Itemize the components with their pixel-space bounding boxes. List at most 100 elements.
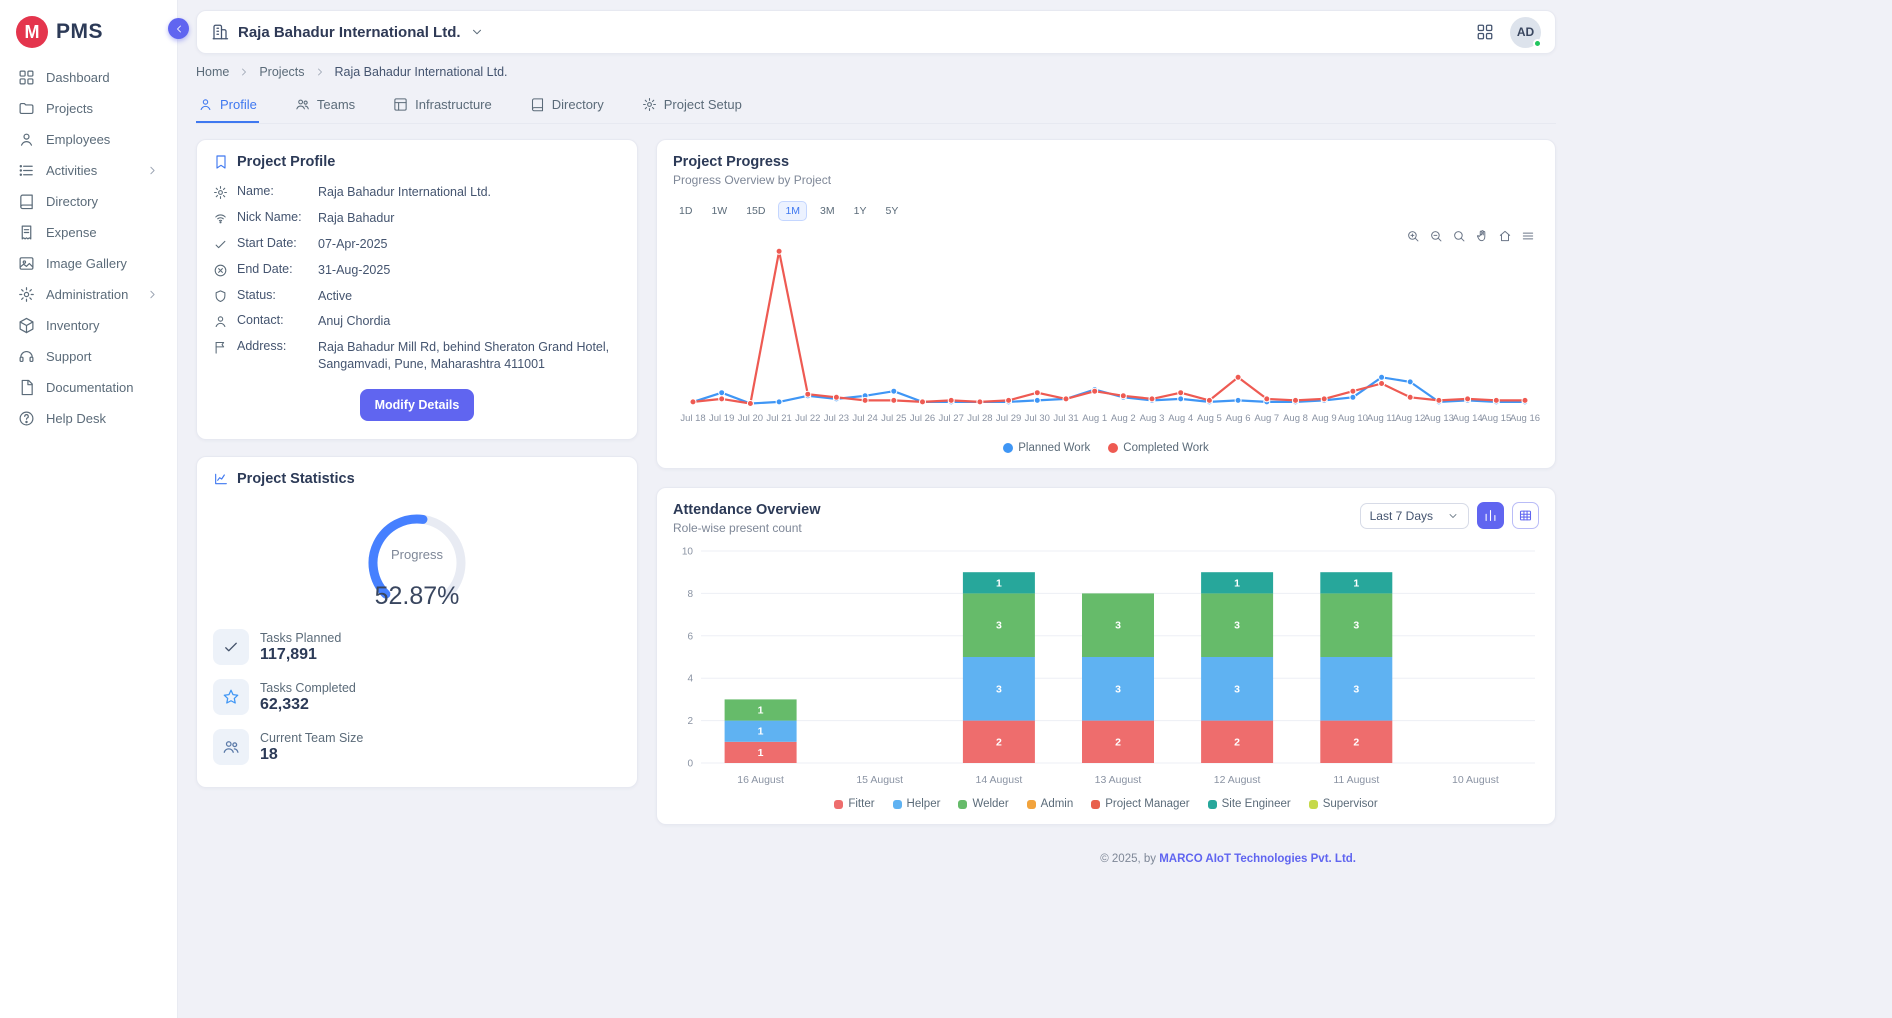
- avatar[interactable]: AD: [1510, 17, 1541, 48]
- range-1d[interactable]: 1D: [673, 202, 698, 220]
- svg-text:Jul 31: Jul 31: [1053, 413, 1078, 424]
- field-value: 07-Apr-2025: [318, 236, 388, 253]
- sidebar-item-projects[interactable]: Projects: [0, 93, 177, 124]
- field-value: Anuj Chordia: [318, 313, 390, 330]
- svg-text:Jul 18: Jul 18: [680, 413, 705, 424]
- range-3m[interactable]: 3M: [814, 202, 841, 220]
- svg-text:Aug 12: Aug 12: [1395, 413, 1425, 424]
- stat-value: 117,891: [260, 646, 341, 664]
- svg-text:Jul 25: Jul 25: [881, 413, 906, 424]
- svg-text:3: 3: [996, 620, 1002, 632]
- time-range-selector: 1D 1W 15D 1M 3M 1Y 5Y: [673, 201, 1539, 221]
- tab-directory[interactable]: Directory: [528, 91, 606, 123]
- svg-text:Aug 11: Aug 11: [1367, 413, 1396, 424]
- sidebar-item-employees[interactable]: Employees: [0, 124, 177, 155]
- selection-zoom-icon[interactable]: [1452, 229, 1466, 243]
- legend-item[interactable]: Admin: [1027, 798, 1074, 810]
- pan-icon[interactable]: [1475, 229, 1489, 243]
- sidebar-collapse-button[interactable]: [168, 18, 189, 39]
- gear-icon: [213, 185, 228, 200]
- apps-grid-icon[interactable]: [1476, 23, 1494, 41]
- top-header: Raja Bahadur International Ltd. AD: [196, 10, 1556, 54]
- profile-field-contact: Contact: Anuj Chordia: [213, 313, 621, 330]
- profile-field-nickname: Nick Name: Raja Bahadur: [213, 210, 621, 227]
- profile-field-end-date: End Date: 31-Aug-2025: [213, 262, 621, 279]
- svg-text:10: 10: [682, 547, 694, 558]
- legend-item[interactable]: Helper: [893, 798, 941, 810]
- range-5y[interactable]: 5Y: [879, 202, 904, 220]
- chart-view-toggle[interactable]: [1477, 502, 1504, 529]
- tab-project-setup[interactable]: Project Setup: [640, 91, 744, 123]
- legend-color-dot: [1003, 443, 1013, 453]
- legend-item[interactable]: Planned Work: [1003, 442, 1090, 454]
- logo[interactable]: M PMS: [0, 12, 177, 62]
- range-1m[interactable]: 1M: [778, 201, 807, 221]
- star-icon: [222, 688, 240, 706]
- legend-item[interactable]: Completed Work: [1108, 442, 1208, 454]
- svg-text:Aug 9: Aug 9: [1312, 413, 1337, 424]
- svg-text:Jul 28: Jul 28: [967, 413, 992, 424]
- sidebar: M PMS Dashboard Projects Employees Activ…: [0, 0, 178, 1018]
- footer: © 2025, by MARCO AIoT Technologies Pvt. …: [656, 853, 1556, 865]
- sidebar-item-documentation[interactable]: Documentation: [0, 372, 177, 403]
- breadcrumb-projects[interactable]: Projects: [259, 65, 304, 79]
- field-value: Active: [318, 288, 352, 305]
- svg-text:2: 2: [1353, 736, 1359, 748]
- footer-company-link[interactable]: MARCO AIoT Technologies Pvt. Ltd.: [1159, 853, 1356, 865]
- field-value: 31-Aug-2025: [318, 262, 390, 279]
- zoom-in-icon[interactable]: [1406, 229, 1420, 243]
- svg-text:3: 3: [1234, 620, 1240, 632]
- range-1w[interactable]: 1W: [705, 202, 733, 220]
- range-1y[interactable]: 1Y: [848, 202, 873, 220]
- progress-line-chart[interactable]: Jul 18Jul 19Jul 20Jul 21Jul 22Jul 23Jul …: [673, 223, 1541, 435]
- legend-item[interactable]: Fitter: [834, 798, 874, 810]
- sidebar-item-expense[interactable]: Expense: [0, 217, 177, 248]
- legend-item[interactable]: Project Manager: [1091, 798, 1189, 810]
- company-selector[interactable]: Raja Bahadur International Ltd.: [211, 23, 484, 41]
- book-icon: [530, 97, 545, 112]
- profile-field-name: Name: Raja Bahadur International Ltd.: [213, 184, 621, 201]
- svg-text:14 August: 14 August: [976, 774, 1023, 786]
- breadcrumb-home[interactable]: Home: [196, 65, 229, 79]
- avatar-initials: AD: [1517, 25, 1534, 39]
- tab-profile[interactable]: Profile: [196, 91, 259, 123]
- sidebar-item-dashboard[interactable]: Dashboard: [0, 62, 177, 93]
- tab-teams[interactable]: Teams: [293, 91, 357, 123]
- svg-text:0: 0: [687, 759, 693, 770]
- table-view-toggle[interactable]: [1512, 502, 1539, 529]
- profile-field-status: Status: Active: [213, 288, 621, 305]
- svg-text:Jul 19: Jul 19: [709, 413, 734, 424]
- chevron-right-icon: [238, 66, 250, 78]
- legend-item[interactable]: Site Engineer: [1208, 798, 1291, 810]
- list-icon: [18, 162, 35, 179]
- legend-color-dot: [958, 800, 967, 809]
- days-filter-select[interactable]: Last 7 Days: [1360, 503, 1469, 529]
- user-icon: [18, 131, 35, 148]
- sidebar-item-administration[interactable]: Administration: [0, 279, 177, 310]
- legend-item[interactable]: Supervisor: [1309, 798, 1378, 810]
- logo-mark: M: [16, 16, 48, 48]
- tab-infrastructure[interactable]: Infrastructure: [391, 91, 494, 123]
- attendance-bar-chart[interactable]: 024681016 August11115 August14 August233…: [673, 541, 1541, 791]
- svg-text:Aug 4: Aug 4: [1168, 413, 1193, 424]
- sidebar-item-support[interactable]: Support: [0, 341, 177, 372]
- sidebar-item-help-desk[interactable]: Help Desk: [0, 403, 177, 434]
- legend-item[interactable]: Welder: [958, 798, 1008, 810]
- receipt-icon: [18, 224, 35, 241]
- chart-menu-icon[interactable]: [1521, 229, 1535, 243]
- sidebar-item-directory[interactable]: Directory: [0, 186, 177, 217]
- svg-text:3: 3: [1353, 683, 1359, 695]
- sidebar-item-image-gallery[interactable]: Image Gallery: [0, 248, 177, 279]
- sidebar-item-activities[interactable]: Activities: [0, 155, 177, 186]
- tab-label: Infrastructure: [415, 97, 492, 112]
- profile-field-start-date: Start Date: 07-Apr-2025: [213, 236, 621, 253]
- modify-details-button[interactable]: Modify Details: [360, 389, 475, 421]
- reset-home-icon[interactable]: [1498, 229, 1512, 243]
- card-subtitle: Role-wise present count: [673, 521, 820, 535]
- gear-icon: [18, 286, 35, 303]
- range-15d[interactable]: 15D: [740, 202, 771, 220]
- sidebar-item-inventory[interactable]: Inventory: [0, 310, 177, 341]
- zoom-out-icon[interactable]: [1429, 229, 1443, 243]
- svg-text:2: 2: [1115, 736, 1121, 748]
- legend-color-dot: [834, 800, 843, 809]
